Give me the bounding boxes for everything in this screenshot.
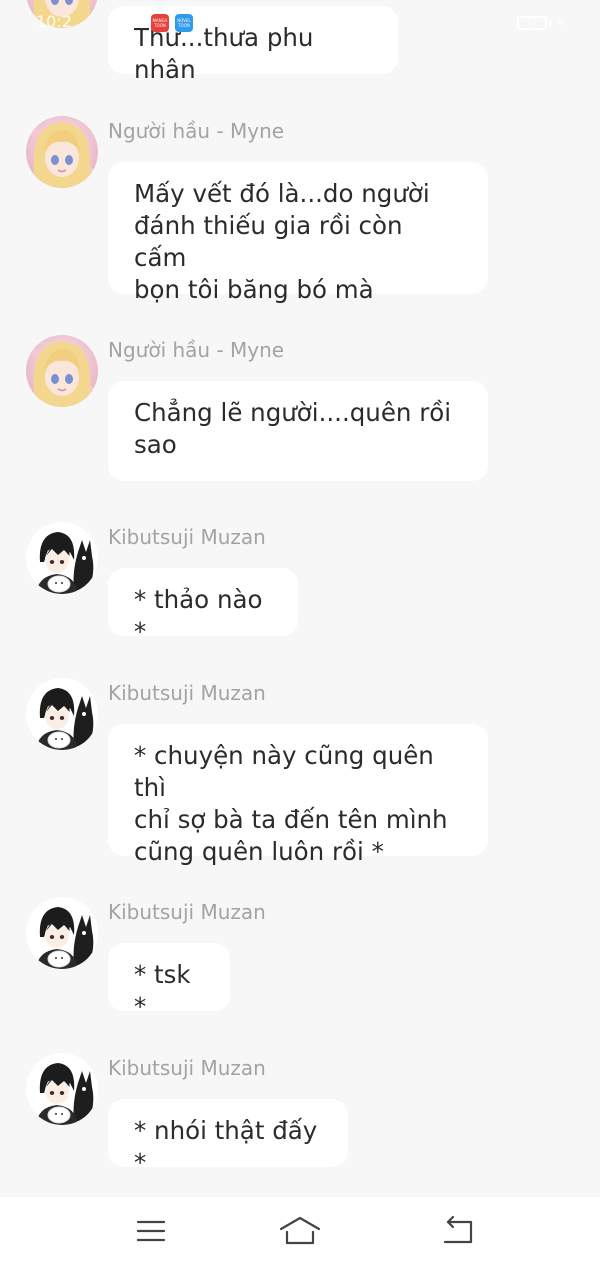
avatar[interactable] (26, 335, 98, 407)
sender-name: Người hầu - Myne (108, 338, 285, 362)
avatar[interactable] (26, 522, 98, 594)
message-text: * tsk * (134, 960, 191, 1021)
message-bubble[interactable]: * chuyện này cũng quên thì chỉ sợ bà ta … (108, 724, 488, 866)
message-bubble[interactable]: * thảo nào * (108, 568, 298, 646)
message-text: * chuyện này cũng quên thì chỉ sợ bà ta … (134, 741, 448, 866)
avatar[interactable] (26, 897, 98, 969)
home-icon (279, 1216, 321, 1245)
back-button[interactable] (434, 1209, 482, 1253)
avatar[interactable] (26, 0, 98, 28)
message-bubble[interactable]: Chẳng lẽ người....quên rồi sao (108, 381, 488, 481)
sender-name: Kibutsuji Muzan (108, 1056, 266, 1080)
sender-name: Kibutsuji Muzan (108, 525, 266, 549)
message-bubble[interactable]: * nhói thật đấy * (108, 1099, 348, 1177)
avatar[interactable] (26, 1053, 98, 1125)
sender-name: Kibutsuji Muzan (108, 900, 266, 924)
message-bubble[interactable]: * tsk * (108, 943, 230, 1021)
message-bubble[interactable]: Mấy vết đó là...do người đánh thiếu gia … (108, 162, 488, 304)
avatar[interactable] (26, 116, 98, 188)
avatar[interactable] (26, 678, 98, 750)
message-text: * thảo nào * (134, 585, 263, 646)
navigation-bar (0, 1197, 600, 1267)
sender-name: Người hầu - Myne (108, 119, 285, 143)
home-button[interactable] (276, 1209, 324, 1253)
message-text: * nhói thật đấy * (134, 1116, 318, 1177)
message-bubble[interactable]: Thư...thưa phu nhân (108, 6, 398, 84)
menu-icon (136, 1220, 166, 1242)
back-icon (443, 1215, 473, 1244)
sender-name: Kibutsuji Muzan (108, 681, 266, 705)
chat-area[interactable]: Thư...thưa phu nhân Người hầu - Myne Mấy… (0, 0, 600, 1197)
menu-button[interactable] (126, 1209, 174, 1253)
message-text: Mấy vết đó là...do người đánh thiếu gia … (134, 179, 430, 304)
message-text: Chẳng lẽ người....quên rồi sao (134, 398, 452, 459)
message-text: Thư...thưa phu nhân (134, 23, 314, 84)
